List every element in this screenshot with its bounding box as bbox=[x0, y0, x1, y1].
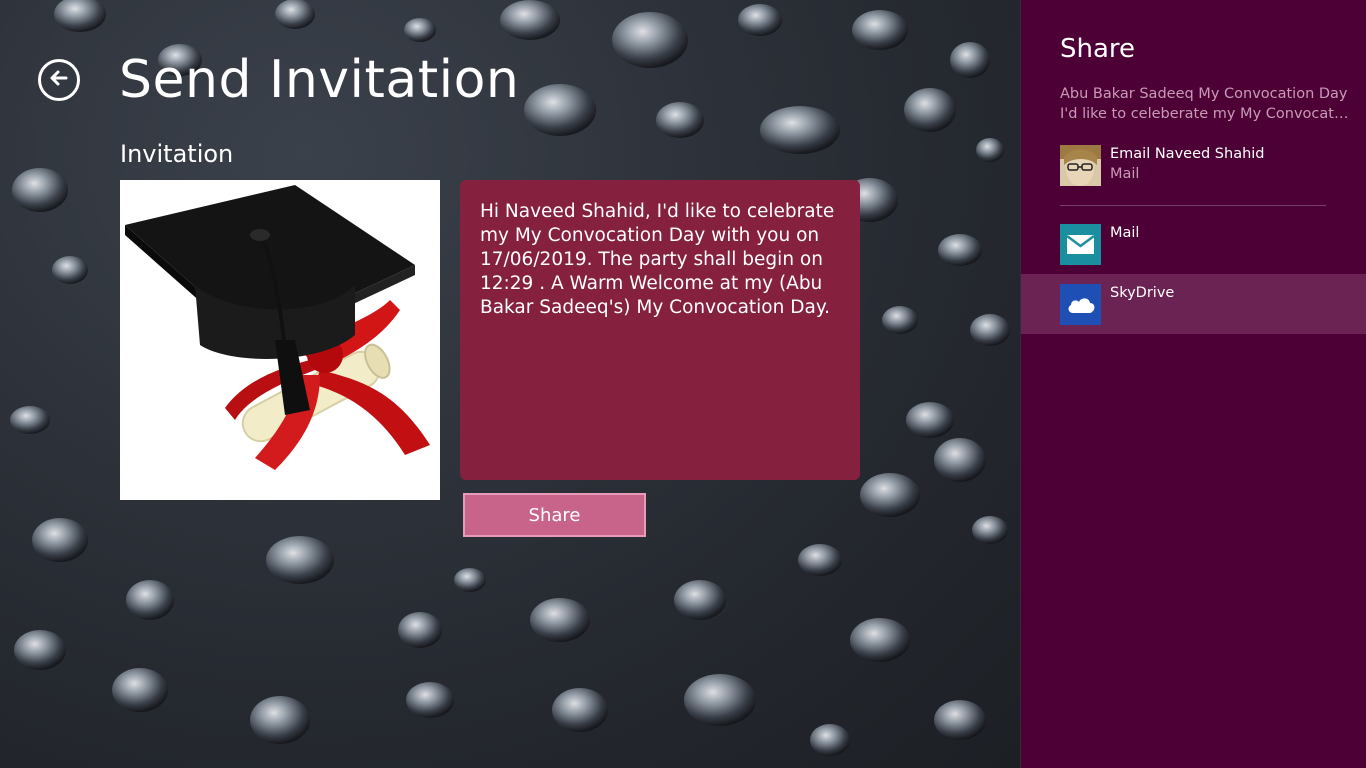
skydrive-app-label: SkyDrive bbox=[1110, 285, 1175, 301]
share-app-skydrive[interactable]: SkyDrive bbox=[1021, 274, 1366, 334]
contact-subtitle: Mail bbox=[1110, 166, 1140, 182]
share-button[interactable]: Share bbox=[463, 493, 646, 537]
contact-title: Email Naveed Shahid bbox=[1110, 146, 1265, 162]
invitation-message[interactable]: Hi Naveed Shahid, I'd like to celebrate … bbox=[460, 180, 860, 480]
skydrive-icon bbox=[1060, 284, 1101, 325]
graduation-cap-image bbox=[120, 180, 440, 500]
share-contact-email-naveed[interactable]: Email Naveed Shahid Mail bbox=[1021, 135, 1366, 195]
share-heading: Share bbox=[1060, 34, 1136, 64]
share-description-line1: Abu Bakar Sadeeq My Convocation Day bbox=[1060, 86, 1348, 102]
share-pane: Share Abu Bakar Sadeeq My Convocation Da… bbox=[1021, 0, 1366, 768]
share-divider bbox=[1060, 205, 1326, 206]
mail-icon bbox=[1060, 224, 1101, 265]
section-title: Invitation bbox=[120, 140, 234, 168]
share-app-mail[interactable]: Mail bbox=[1021, 214, 1366, 274]
back-button[interactable] bbox=[38, 59, 80, 101]
share-description-line2: I'd like to celeberate my My Convocati..… bbox=[1060, 106, 1350, 122]
mail-app-label: Mail bbox=[1110, 225, 1140, 241]
page-title: Send Invitation bbox=[119, 50, 520, 110]
contact-avatar bbox=[1060, 145, 1101, 186]
arrow-left-icon bbox=[47, 66, 71, 95]
